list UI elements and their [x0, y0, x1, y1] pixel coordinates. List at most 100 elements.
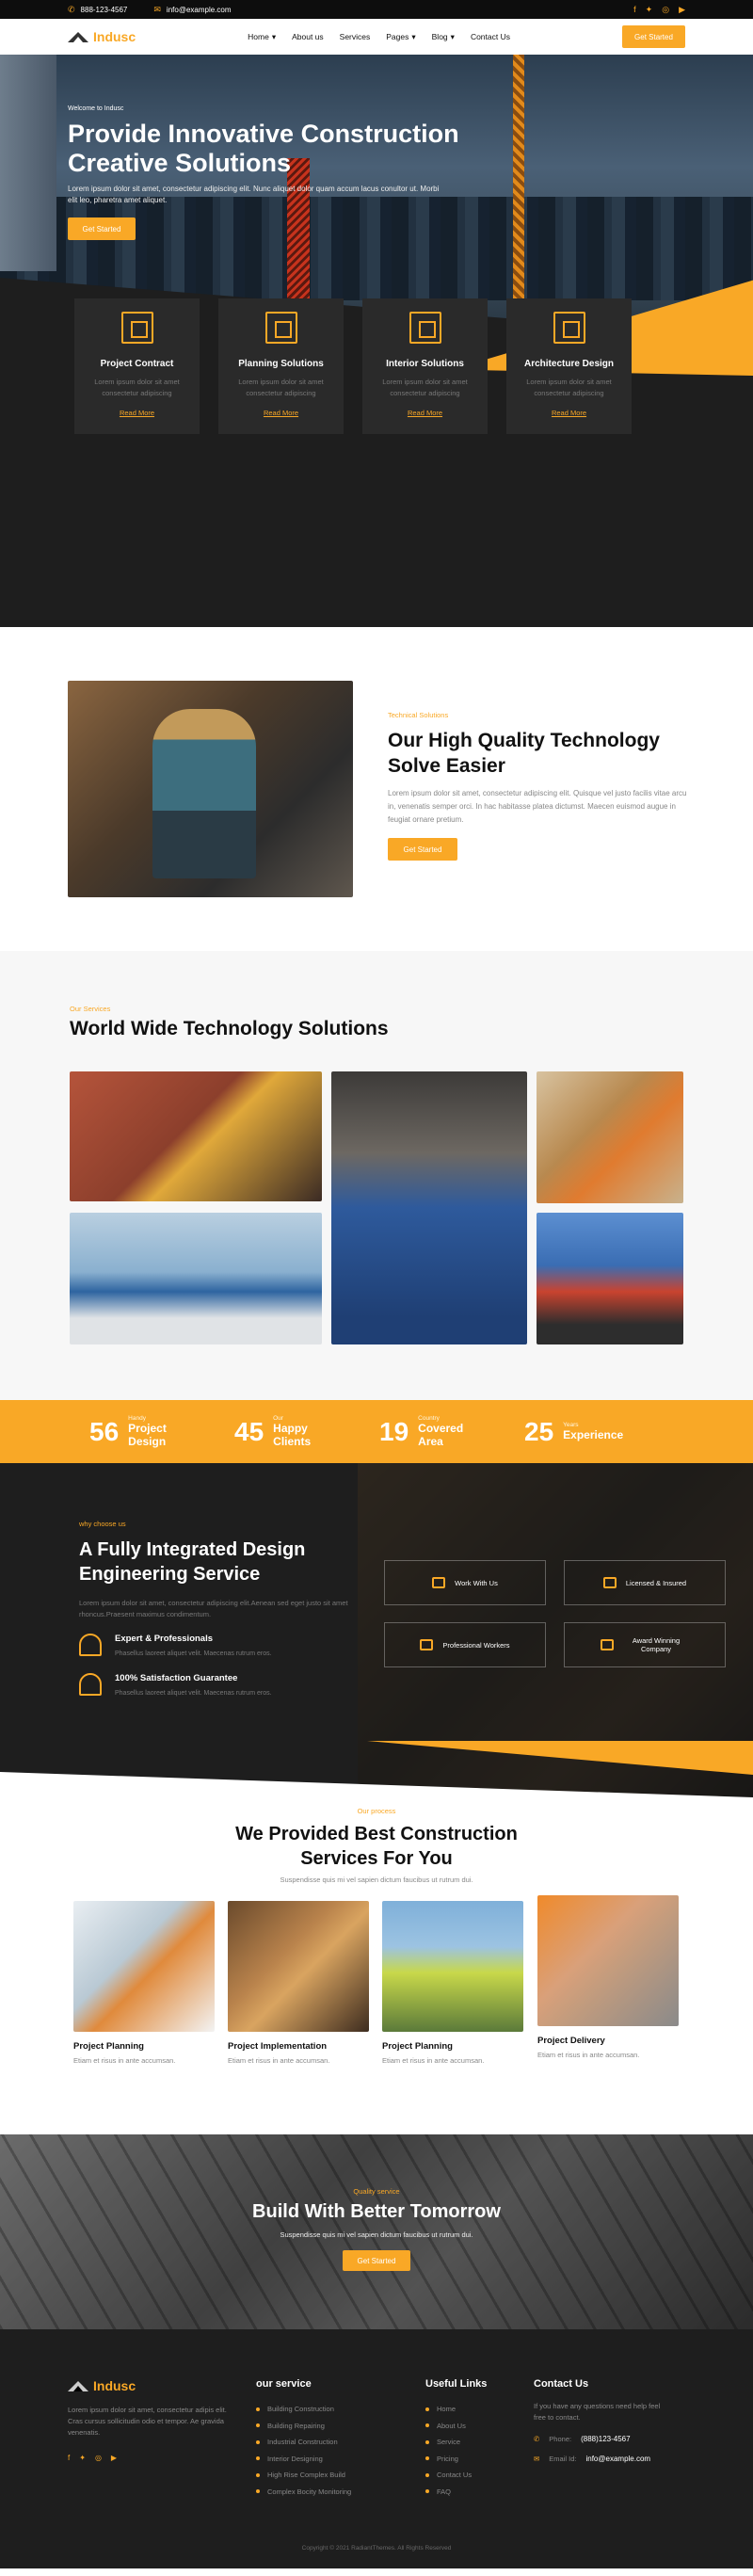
interior-icon — [409, 312, 441, 344]
mail-icon: ✉ — [153, 4, 161, 14]
nav-item-pages[interactable]: Pages ▾ — [386, 32, 415, 42]
twitter-icon[interactable]: ✦ — [79, 2454, 86, 2462]
licensed-box[interactable]: Licensed & Insured — [564, 1560, 726, 1605]
hero-crane-image — [513, 55, 524, 299]
logo[interactable]: Indusc — [68, 29, 136, 44]
feature-text: Lorem ipsum dolor sit amet consectetur a… — [526, 378, 612, 397]
planning-icon — [264, 312, 297, 344]
feature-card: Planning Solutions Lorem ipsum dolor sit… — [218, 298, 344, 434]
copyright: Copyright © 2021 RadiantThemes. All Righ… — [301, 2545, 452, 2552]
feature-text: Lorem ipsum dolor sit amet consectetur a… — [94, 378, 180, 397]
footer-link[interactable]: FAQ — [425, 2484, 487, 2501]
nav-item-services[interactable]: Services — [340, 32, 371, 41]
gallery-image-engineer[interactable] — [331, 1071, 527, 1344]
mail-icon: ✉ — [534, 2455, 540, 2463]
work-with-us-box[interactable]: Work With Us — [384, 1560, 546, 1605]
read-more-link[interactable]: Read More — [362, 409, 488, 417]
youtube-icon[interactable]: ▶ — [111, 2454, 117, 2462]
process-subtitle: Suspendisse quis mi vel sapien dictum fa… — [280, 1876, 473, 1884]
cta-text: Suspendisse quis mi vel sapien dictum fa… — [280, 2230, 473, 2239]
counter: 25 Years Experience — [524, 1416, 624, 1446]
gallery-image-bricklayer[interactable] — [70, 1071, 322, 1201]
instagram-icon[interactable]: ◎ — [95, 2454, 102, 2462]
footer-service-link[interactable]: High Rise Complex Build — [256, 2467, 351, 2484]
top-bar: ✆ 888-123-4567 ✉ info@example.com f ✦ ◎ ▶ — [0, 0, 753, 19]
implementation-image — [228, 1901, 369, 2032]
services-eyebrow: Our Services — [70, 1005, 111, 1013]
footer-link[interactable]: Contact Us — [425, 2467, 487, 2484]
gallery-image-bridge[interactable] — [70, 1213, 322, 1344]
process-card[interactable]: Project Planning Etiam et risus in ante … — [73, 1901, 215, 2065]
read-more-link[interactable]: Read More — [218, 409, 344, 417]
nav-item-home[interactable]: Home ▾ — [248, 32, 276, 42]
logo-mark-icon — [68, 2380, 88, 2391]
facebook-icon[interactable]: f — [633, 5, 636, 15]
nav-item-contact[interactable]: Contact Us — [471, 32, 510, 41]
award-icon — [601, 1639, 614, 1650]
license-icon — [602, 1577, 617, 1588]
tech-eyebrow: Technical Solutions — [388, 711, 449, 719]
footer-email[interactable]: ✉ Email Id: info@example.com — [534, 2455, 665, 2463]
feature-card: Project Contract Lorem ipsum dolor sit a… — [74, 298, 200, 434]
professional-workers-box[interactable]: Professional Workers — [384, 1622, 546, 1667]
feature-text: Lorem ipsum dolor sit amet consectetur a… — [382, 378, 468, 397]
footer-link[interactable]: Service — [425, 2434, 487, 2451]
gallery-image-workers[interactable] — [537, 1071, 683, 1203]
footer-service-link[interactable]: Building Repairing — [256, 2418, 351, 2435]
footer-service-link[interactable]: Industrial Construction — [256, 2434, 351, 2451]
handshake-image — [537, 1895, 679, 2026]
footer-link[interactable]: Home — [425, 2401, 487, 2418]
process-card[interactable]: Project Implementation Etiam et risus in… — [228, 1901, 369, 2065]
nav-get-started-button[interactable]: Get Started — [621, 25, 685, 48]
cta-section: Quality service Build With Better Tomorr… — [0, 2134, 753, 2329]
instagram-icon[interactable]: ◎ — [662, 5, 669, 15]
nav-item-about[interactable]: About us — [292, 32, 324, 41]
hero-title: Provide Innovative Construction Creative… — [68, 120, 459, 177]
footer-service-link[interactable]: Complex Bocity Monitoring — [256, 2484, 351, 2501]
footer-phone[interactable]: ✆ Phone: (888)123-4567 — [534, 2435, 665, 2443]
process-title: We Provided Best Construction Services F… — [235, 1824, 518, 1869]
footer-link[interactable]: Pricing — [425, 2451, 487, 2468]
planning-image — [73, 1901, 215, 2032]
counter: 45 Our Happy Clients — [234, 1415, 312, 1448]
cta-eyebrow: Quality service — [353, 2187, 400, 2196]
feature-title: Interior Solutions — [386, 359, 464, 369]
process-card[interactable]: Project Planning Etiam et risus in ante … — [382, 1901, 523, 2065]
feature-item: Expert & Professionals Phasellus laoreet … — [79, 1634, 352, 1660]
process-card[interactable]: Project Delivery Etiam et risus in ante … — [537, 1895, 679, 2059]
twitter-icon[interactable]: ✦ — [646, 5, 653, 15]
phone-icon: ✆ — [534, 2435, 540, 2443]
read-more-link[interactable]: Read More — [506, 409, 632, 417]
gallery-image-ship[interactable] — [537, 1213, 683, 1344]
tech-get-started-button[interactable]: Get Started — [388, 838, 457, 861]
hero-building-image — [0, 55, 56, 271]
footer-links: Useful Links Home About Us Service Prici… — [425, 2378, 487, 2500]
nav-item-blog[interactable]: Blog ▾ — [432, 32, 455, 42]
footer-link[interactable]: About Us — [425, 2418, 487, 2435]
counter: 19 Country Covered Area — [379, 1415, 464, 1448]
facebook-icon[interactable]: f — [68, 2454, 70, 2462]
integrated-text: Lorem ipsum dolor sit amet, consectetur … — [79, 1599, 348, 1618]
hero-get-started-button[interactable]: Get Started — [68, 217, 136, 240]
hero-text: Lorem ipsum dolor sit amet, consectetur … — [68, 185, 440, 204]
footer: Indusc Lorem ipsum dolor sit amet, conse… — [0, 2329, 753, 2568]
topbar-email[interactable]: ✉ info@example.com — [153, 5, 231, 15]
cta-get-started-button[interactable]: Get Started — [343, 2250, 410, 2271]
footer-service-link[interactable]: Building Construction — [256, 2401, 351, 2418]
feature-item: 100% Satisfaction Guarantee Phasellus lao… — [79, 1673, 352, 1699]
process-section: Our process We Provided Best Constructio… — [0, 1797, 753, 2134]
youtube-icon[interactable]: ▶ — [679, 5, 685, 15]
footer-contact: Contact Us If you have any questions nee… — [534, 2378, 665, 2463]
technology-section: Technical Solutions Our High Quality Tec… — [0, 627, 753, 951]
contract-icon — [120, 312, 153, 344]
read-more-link[interactable]: Read More — [74, 409, 200, 417]
footer-logo[interactable]: Indusc — [68, 2378, 237, 2393]
chevron-down-icon: ▾ — [411, 31, 416, 41]
topbar-phone[interactable]: ✆ 888-123-4567 — [68, 5, 127, 15]
footer-service-link[interactable]: Interior Designing — [256, 2451, 351, 2468]
counter: 56 Handy Project Design — [89, 1415, 167, 1448]
award-box[interactable]: Award Winning Company — [564, 1622, 726, 1667]
footer-services: our service Building Construction Buildi… — [256, 2378, 351, 2500]
services-section: Our Services World Wide Technology Solut… — [0, 951, 753, 1400]
feature-text: Lorem ipsum dolor sit amet consectetur a… — [238, 378, 324, 397]
